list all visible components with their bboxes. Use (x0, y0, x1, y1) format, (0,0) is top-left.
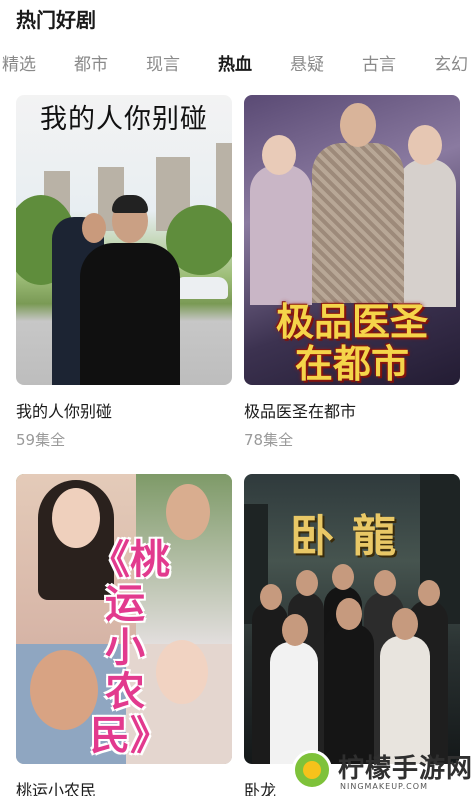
person-figure (324, 624, 374, 764)
tab-jingxuan[interactable]: 精选 (2, 50, 36, 75)
tab-guyan[interactable]: 古言 (362, 50, 396, 75)
drama-title[interactable]: 我的人你别碰 (16, 398, 112, 422)
drama-title[interactable]: 极品医圣在都市 (244, 398, 356, 422)
episode-count: 78集全 (244, 431, 294, 449)
section-title: 热门好剧 (16, 8, 96, 32)
drama-card[interactable]: 《桃运小农民》 桃运小农民 (16, 474, 232, 796)
tab-rexue[interactable]: 热血 (218, 50, 252, 75)
drama-card[interactable]: 极品医圣 在都市 极品医圣在都市 78集全 (244, 95, 460, 455)
poster-title: 《桃运小农民》 (90, 537, 170, 759)
person-figure (156, 640, 208, 704)
person-figure (80, 243, 180, 385)
category-tabs: 精选 都市 现言 热血 悬疑 古言 玄幻 (0, 50, 476, 80)
tab-xianyan[interactable]: 现言 (146, 50, 180, 75)
drama-poster[interactable]: 卧龍 (244, 474, 460, 764)
tab-dushi[interactable]: 都市 (74, 50, 108, 75)
drama-poster[interactable]: 《桃运小农民》 (16, 474, 232, 764)
person-figure (166, 484, 210, 540)
drama-title[interactable]: 桃运小农民 (16, 777, 96, 796)
tab-xuanyi[interactable]: 悬疑 (290, 50, 324, 75)
drama-card[interactable]: 我的人你别碰 我的人你别碰 59集全 (16, 95, 232, 455)
episode-count: 59集全 (16, 431, 66, 449)
watermark: 柠檬手游网 NINGMAKEUP.COM (290, 746, 476, 796)
person-figure (380, 636, 430, 764)
person-figure (250, 165, 312, 305)
lemon-logo-icon (292, 750, 332, 790)
watermark-url: NINGMAKEUP.COM (340, 782, 428, 791)
person-figure (30, 650, 98, 730)
car-shape (176, 277, 228, 299)
poster-title-line2: 在都市 (294, 342, 409, 385)
drama-title[interactable]: 卧龙 (244, 777, 276, 796)
tab-xuanhuan[interactable]: 玄幻 (434, 50, 468, 75)
poster-title: 我的人你别碰 (40, 104, 208, 135)
watermark-text: 柠檬手游网 (338, 754, 474, 784)
poster-title: 卧龍 (290, 511, 414, 562)
person-figure (398, 159, 456, 307)
person-figure (312, 143, 404, 303)
drama-poster[interactable]: 我的人你别碰 (16, 95, 232, 385)
drama-poster[interactable]: 极品医圣 在都市 (244, 95, 460, 385)
